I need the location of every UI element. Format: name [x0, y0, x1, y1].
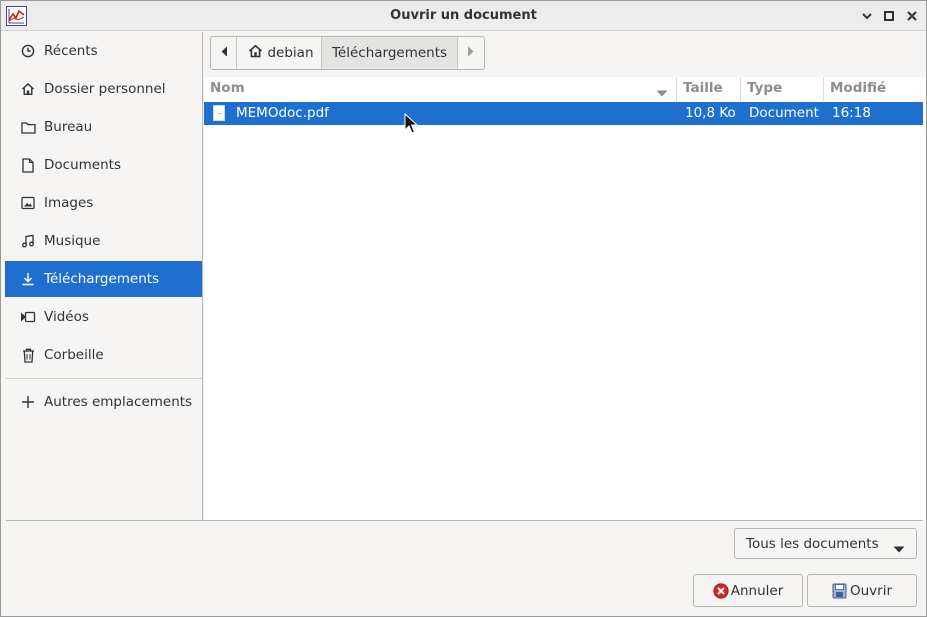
- file-name: MEMOdoc.pdf: [236, 105, 329, 121]
- sidebar-item-images[interactable]: Images: [5, 185, 202, 221]
- open-file-icon: [832, 583, 848, 599]
- file-list-header: Nom Taille Type Modifié: [204, 77, 926, 101]
- sidebar-item-other-locations[interactable]: Autres emplacements: [5, 384, 202, 420]
- sidebar-item-label: Vidéos: [44, 309, 89, 325]
- window-title: Ouvrir un document: [390, 8, 537, 23]
- image-icon: [20, 195, 36, 211]
- sidebar-item-desktop[interactable]: Bureau: [5, 109, 202, 145]
- sidebar-item-label: Documents: [44, 157, 121, 173]
- column-header-size[interactable]: Taille: [683, 80, 723, 100]
- caret-right-icon: [467, 45, 475, 61]
- sidebar-item-trash[interactable]: Corbeille: [5, 337, 202, 373]
- column-header-name[interactable]: Nom: [210, 80, 676, 100]
- file-type: Document: [749, 105, 819, 121]
- places-sidebar: Récents Dossier personnel Bureau Documen…: [1, 32, 203, 520]
- column-header-type[interactable]: Type: [747, 80, 782, 100]
- sidebar-item-recents[interactable]: Récents: [5, 33, 202, 69]
- plus-icon: [20, 394, 36, 410]
- path-scroll-right-button[interactable]: [458, 37, 484, 69]
- maximize-icon[interactable]: [881, 8, 897, 24]
- clock-icon: [20, 43, 36, 59]
- dropdown-arrow-icon: [893, 541, 905, 557]
- path-scroll-left-button[interactable]: [211, 37, 237, 69]
- sidebar-item-home[interactable]: Dossier personnel: [5, 71, 202, 107]
- home-icon: [248, 44, 263, 62]
- sidebar-item-music[interactable]: Musique: [5, 223, 202, 259]
- sidebar-item-videos[interactable]: Vidéos: [5, 299, 202, 335]
- file-list[interactable]: Nom Taille Type Modifié MEMOdoc.pdf 10,8…: [204, 77, 926, 520]
- file-row[interactable]: MEMOdoc.pdf 10,8 Ko Document 16:18: [204, 102, 923, 125]
- cancel-label: Annuler: [730, 582, 784, 599]
- sidebar-item-label: Corbeille: [44, 347, 104, 363]
- document-icon: [20, 157, 36, 173]
- title-bar[interactable]: Ouvrir un document: [1, 1, 926, 31]
- bottom-separator: [6, 520, 923, 521]
- sort-descending-icon: [656, 85, 668, 101]
- home-icon: [20, 81, 36, 97]
- file-chooser-dialog: Ouvrir un document Récents Dossier perso…: [0, 0, 927, 617]
- minimize-icon[interactable]: [859, 8, 875, 24]
- music-icon: [20, 233, 36, 249]
- column-divider: [740, 77, 741, 101]
- path-home-button[interactable]: debian: [237, 37, 322, 69]
- sidebar-item-label: Téléchargements: [44, 271, 160, 287]
- cancel-icon: [713, 582, 729, 599]
- path-bar: debian Téléchargements: [210, 36, 485, 70]
- file-filter-dropdown[interactable]: Tous les documents: [734, 528, 917, 559]
- close-icon[interactable]: [904, 8, 920, 24]
- sidebar-item-downloads[interactable]: Téléchargements: [5, 261, 202, 297]
- sidebar-item-label: Dossier personnel: [44, 81, 166, 97]
- sidebar-item-label: Récents: [44, 43, 98, 59]
- pdf-document-icon: [213, 105, 225, 121]
- column-header-modified[interactable]: Modifié: [830, 80, 886, 100]
- open-label: Ouvrir: [849, 582, 893, 599]
- open-button[interactable]: Ouvrir: [807, 574, 917, 607]
- sidebar-item-documents[interactable]: Documents: [5, 147, 202, 183]
- file-modified: 16:18: [832, 105, 871, 121]
- path-current-button[interactable]: Téléchargements: [322, 37, 458, 69]
- path-home-label: debian: [267, 45, 314, 61]
- file-filter-value: Tous les documents: [746, 535, 879, 552]
- download-icon: [20, 271, 36, 287]
- caret-left-icon: [220, 45, 228, 61]
- video-icon: [20, 309, 36, 325]
- sidebar-item-label: Bureau: [44, 119, 93, 135]
- column-divider: [676, 77, 677, 101]
- folder-icon: [20, 119, 36, 135]
- column-divider: [823, 77, 824, 101]
- mouse-pointer-icon: [404, 112, 419, 139]
- path-current-label: Téléchargements: [331, 45, 448, 61]
- sidebar-item-label: Autres emplacements: [44, 394, 193, 410]
- sidebar-item-label: Images: [44, 195, 94, 211]
- sidebar-item-label: Musique: [44, 233, 101, 249]
- sidebar-separator: [6, 378, 202, 379]
- trash-icon: [20, 347, 36, 363]
- cancel-button[interactable]: Annuler: [693, 574, 803, 607]
- file-size: 10,8 Ko: [685, 105, 736, 121]
